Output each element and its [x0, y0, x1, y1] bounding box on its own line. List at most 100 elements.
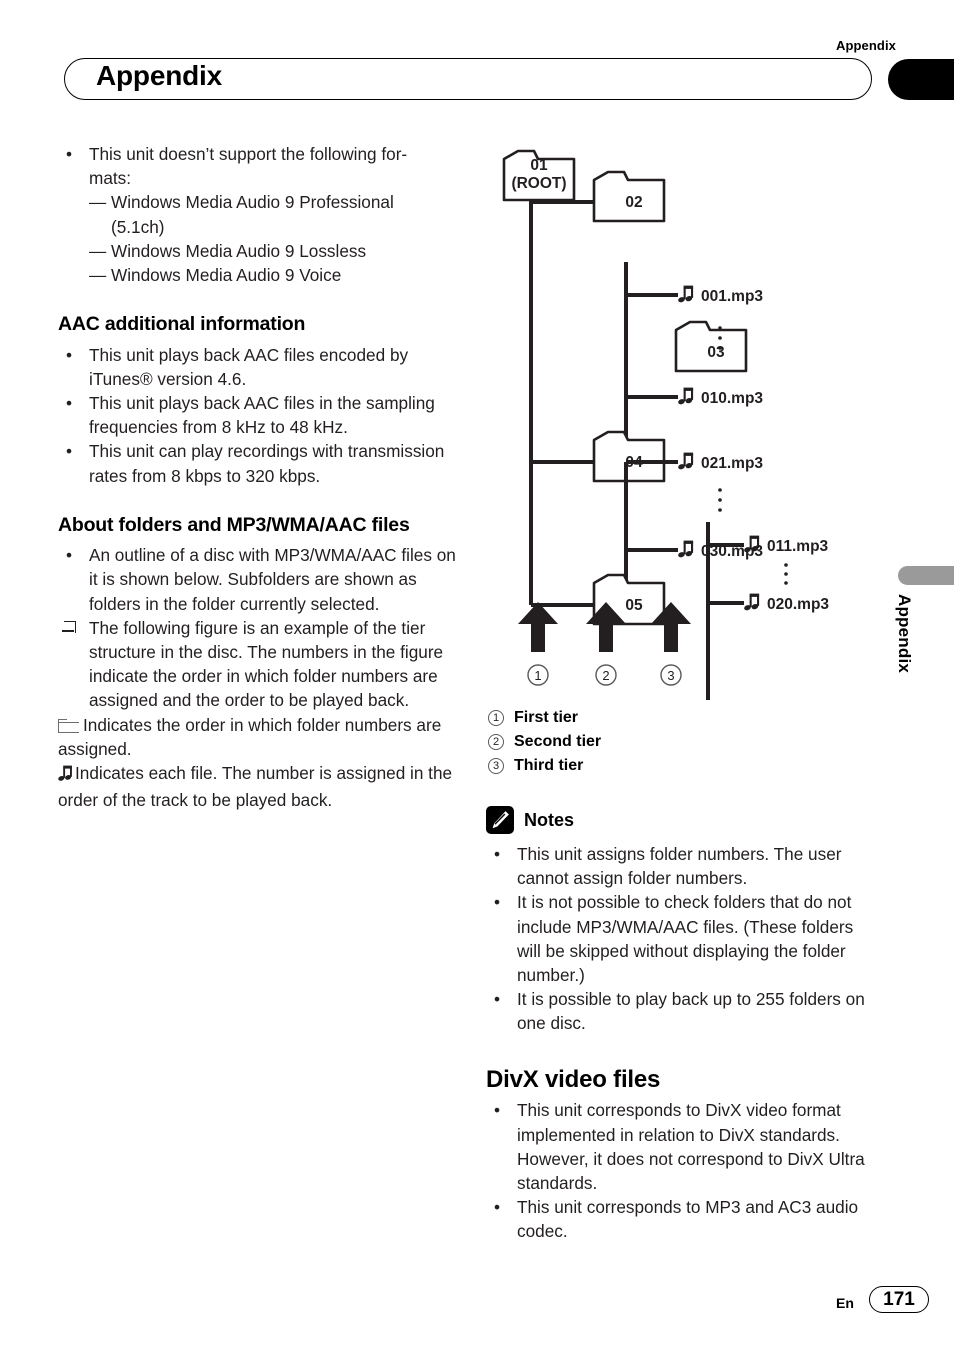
tier-legend-item-2: 2 Second tier: [486, 730, 878, 754]
tree-folder-02-label: 02: [625, 194, 642, 211]
unsupported-formats-list: • This unit doesn’t support the followin…: [58, 142, 458, 166]
list-item: • This unit assigns folder numbers. The …: [486, 842, 878, 890]
circled-number-icon: 2: [488, 734, 504, 750]
notes-label: Notes: [524, 809, 575, 830]
tier-arrow-1: [518, 602, 558, 652]
bullet-dot: •: [66, 344, 73, 365]
bullet-dot: •: [494, 892, 501, 913]
folder-order-icon: [58, 718, 80, 733]
section-heading-folders: About folders and MP3/WMA/AAC files: [58, 513, 410, 536]
list-item: — Windows Media Audio 9 Professional: [89, 190, 458, 214]
tree-ellipsis-04: [718, 488, 722, 512]
tree-folder-03-label: 03: [707, 344, 725, 361]
list-item: • An outline of a disc with MP3/WMA/AAC …: [58, 543, 458, 616]
corner-thumb-tab: [888, 59, 954, 100]
tier-legend-label: Third tier: [514, 757, 584, 774]
tier-arrow-2: [586, 602, 626, 652]
folder-order-legend-text: Indicates the order in which folder numb…: [58, 714, 442, 759]
unsupported-formats-continuation: mats:: [89, 168, 132, 189]
list-item: • This unit doesn’t support the followin…: [58, 142, 458, 166]
notes-list: • This unit assigns folder numbers. The …: [486, 842, 878, 1036]
folders-bullet-list: • An outline of a disc with MP3/WMA/AAC …: [58, 543, 458, 616]
circled-number-icon: 1: [488, 710, 504, 726]
tier-arrow-marker-3: 3: [660, 664, 682, 686]
bullet-dot: •: [66, 441, 73, 462]
list-item-label: This unit corresponds to MP3 and AC3 aud…: [517, 1197, 859, 1242]
footer-language-code: En: [836, 1295, 854, 1311]
tree-folder-root-label-line1: 01: [530, 157, 548, 174]
list-item-label: Windows Media Audio 9 Lossless: [111, 240, 367, 261]
list-item: • This unit corresponds to MP3 and AC3 a…: [486, 1195, 878, 1243]
square-marker-icon: [62, 620, 76, 633]
list-item-label: This unit plays back AAC files encoded b…: [89, 344, 409, 389]
list-item-label: It is possible to play back up to 255 fo…: [517, 989, 865, 1034]
music-note-icon: [58, 764, 73, 788]
tree-file-001: [677, 285, 694, 304]
svg-text:1: 1: [534, 668, 541, 683]
list-item: • This unit can play recordings with tra…: [58, 439, 458, 487]
square-note-item: The following figure is an example of th…: [58, 616, 458, 713]
list-item: • This unit plays back AAC files encoded…: [58, 343, 458, 391]
footer-page-number: 171: [869, 1286, 929, 1313]
tree-file-030: [677, 540, 694, 559]
folder-order-legend: Indicates the order in which folder numb…: [58, 713, 458, 761]
section-heading-divx: DivX video files: [486, 1065, 661, 1093]
list-item: • It is not possible to check folders th…: [486, 890, 878, 987]
tier-arrow-3: [651, 602, 691, 652]
list-item-label: Windows Media Audio 9 Voice: [111, 265, 342, 286]
tree-file-021-label: 021.mp3: [701, 455, 763, 472]
list-item: • This unit corresponds to DivX video fo…: [486, 1098, 878, 1195]
em-dash: —: [89, 240, 107, 261]
svg-text:3: 3: [667, 668, 674, 683]
bullet-dot: •: [494, 1100, 501, 1121]
tree-folder-root-label-line2: (ROOT): [511, 175, 566, 192]
unsupported-format-sublist: — Windows Media Audio 9 Professional (5.…: [89, 190, 458, 287]
bullet-dot: •: [66, 393, 73, 414]
bullet-dot: •: [494, 844, 501, 864]
page-title: Appendix: [96, 60, 222, 91]
svg-text:2: 2: [602, 668, 609, 683]
square-note-text: The following figure is an example of th…: [89, 617, 444, 711]
left-column: • This unit doesn’t support the followin…: [58, 142, 458, 812]
list-item-label: This unit corresponds to DivX video form…: [517, 1100, 865, 1194]
list-item: — Windows Media Audio 9 Lossless: [89, 239, 458, 263]
manual-page: Appendix Appendix • This unit doesn’t su…: [0, 0, 954, 1352]
list-item-label: (5.1ch): [111, 216, 165, 237]
file-order-legend-text: Indicates each file. The number is assig…: [58, 763, 453, 811]
side-thumb-tab-bar: [898, 566, 954, 585]
running-head: Appendix: [835, 38, 896, 53]
em-dash: —: [89, 192, 107, 213]
tier-arrow-marker-2: 2: [595, 664, 617, 686]
pencil-icon: [486, 806, 514, 834]
list-item: • This unit plays back AAC files in the …: [58, 391, 458, 439]
circled-number-icon: 3: [488, 758, 504, 774]
bullet-dot: •: [66, 545, 73, 566]
list-item-label: This unit doesn’t support the following …: [89, 144, 408, 164]
tier-legend-label: First tier: [514, 709, 579, 726]
bullet-dot: •: [494, 989, 501, 1010]
list-item-label: This unit can play recordings with trans…: [89, 441, 445, 486]
tier-legend-label: Second tier: [514, 733, 602, 750]
section-heading-aac: AAC additional information: [58, 313, 306, 336]
bullet-dot: •: [66, 144, 73, 164]
tier-legend-item-1: 1 First tier: [486, 706, 878, 730]
list-item: • It is possible to play back up to 255 …: [486, 987, 878, 1035]
list-item-label: This unit plays back AAC files in the sa…: [89, 393, 435, 438]
tier-legend-item-3: 3 Third tier: [486, 754, 878, 778]
tree-file-021: [677, 452, 694, 471]
list-item: — Windows Media Audio 9 Voice: [89, 263, 458, 287]
tree-file-001-label: 001.mp3: [701, 288, 763, 305]
right-column: 1 First tier 2 Second tier 3 Third tier …: [486, 706, 878, 1244]
list-item-label: An outline of a disc with MP3/WMA/AAC fi…: [89, 545, 456, 614]
bullet-dot: •: [494, 1197, 501, 1218]
tier-legend-list: 1 First tier 2 Second tier 3 Third tier: [486, 706, 878, 778]
tree-file-010-label: 010.mp3: [701, 390, 763, 407]
tree-file-030-label: 030.mp3: [701, 543, 763, 560]
side-thumb-tab-label: Appendix: [895, 594, 914, 674]
divx-bullet-list: • This unit corresponds to DivX video fo…: [486, 1098, 878, 1243]
list-item-label: Windows Media Audio 9 Professional: [111, 192, 394, 213]
notes-heading: Notes: [486, 806, 878, 834]
list-item-label: This unit assigns folder numbers. The us…: [517, 844, 842, 889]
list-item-label: It is not possible to check folders that…: [517, 892, 854, 986]
file-order-legend: Indicates each file. The number is assig…: [58, 761, 458, 812]
